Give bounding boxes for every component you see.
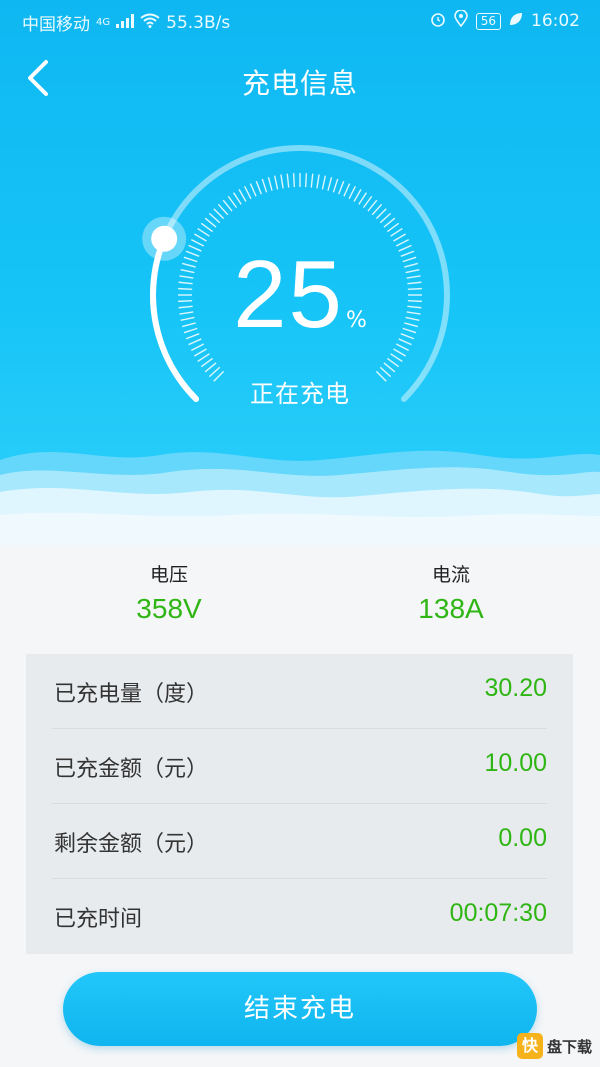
- gauge-tick: [390, 227, 403, 237]
- charging-status: 正在充电: [250, 380, 350, 408]
- detail-label: 剩余金额（元）: [54, 832, 209, 857]
- gauge-tick: [367, 199, 378, 212]
- current-metric: 电流 138A: [351, 560, 551, 625]
- gauge-tick: [255, 180, 262, 195]
- gauge-tick: [327, 176, 333, 191]
- gauge-tick: [316, 174, 320, 189]
- charge-percent: 25%: [0, 240, 600, 350]
- signal-icon: [116, 13, 135, 33]
- percent-unit: %: [345, 308, 367, 333]
- gauge-tick: [362, 195, 373, 209]
- current-value: 138A: [418, 593, 484, 624]
- wifi-icon: [140, 13, 160, 33]
- detail-row-energy: 已充电量（度） 30.20: [52, 654, 547, 729]
- watermark-text: 盘下载: [546, 1037, 592, 1056]
- gauge-tick: [200, 357, 214, 368]
- alarm-icon: [430, 11, 446, 32]
- gauge-tick: [310, 173, 314, 188]
- gauge-tick: [197, 353, 210, 363]
- detail-label: 已充时间: [54, 907, 143, 932]
- gauge-tick: [379, 212, 392, 224]
- gauge-tick: [222, 199, 233, 212]
- gauge-tick: [238, 188, 247, 202]
- network-speed: 55.3B/s: [166, 12, 231, 33]
- gauge-tick: [321, 175, 327, 190]
- voltage-value: 358V: [136, 593, 202, 624]
- gauge-tick: [286, 173, 290, 188]
- gauge-tick: [332, 178, 339, 193]
- nav-bar: 充电信息: [0, 50, 600, 110]
- gauge-tick: [383, 362, 396, 373]
- gauge-tick: [292, 173, 296, 188]
- gauge-tick: [208, 212, 221, 224]
- current-label: 电流: [431, 564, 470, 586]
- gauge-tick: [338, 180, 345, 195]
- gauge-tick: [227, 195, 238, 209]
- gauge-tick: [204, 217, 217, 228]
- gauge-tick: [273, 175, 279, 190]
- detail-row-amount-charged: 已充金额（元） 10.00: [52, 729, 547, 804]
- voltage-metric: 电压 358V: [69, 560, 269, 625]
- detail-value: 00:07:30: [449, 899, 547, 927]
- gauge-tick: [358, 192, 368, 205]
- gauge-tick: [200, 222, 214, 233]
- detail-value: 0.00: [498, 824, 547, 852]
- gauge-tick: [217, 203, 229, 216]
- gauge-tick: [213, 208, 225, 220]
- gauge-tick: [375, 208, 387, 220]
- voltage-label: 电压: [149, 564, 188, 586]
- gauge-tick: [197, 227, 210, 237]
- gauge-tick: [386, 357, 400, 368]
- gauge-tick: [386, 222, 400, 233]
- detail-label: 已充电量（度）: [54, 682, 209, 707]
- location-icon: [453, 9, 468, 32]
- detail-value: 30.20: [484, 674, 547, 702]
- gauge-tick: [267, 176, 273, 191]
- watermark-logo: 快: [516, 1033, 543, 1059]
- end-charging-button[interactable]: 结束充电: [63, 972, 537, 1046]
- detail-label: 已充金额（元）: [54, 757, 209, 782]
- detail-row-remaining-amount: 剩余金额（元） 0.00: [52, 804, 547, 879]
- gauge-tick: [261, 178, 268, 193]
- gauge-tick: [353, 188, 362, 202]
- metrics-section: 电压 358V 电流 138A: [0, 560, 600, 650]
- gauge-tick: [243, 185, 252, 200]
- gauge-tick: [343, 183, 351, 197]
- detail-value: 10.00: [484, 749, 547, 777]
- network-type: 4G: [96, 17, 111, 28]
- gauge-tick: [204, 362, 217, 373]
- gauge-tick: [390, 353, 403, 363]
- detail-row-duration: 已充时间 00:07:30: [52, 879, 547, 954]
- clock-time: 16:02: [531, 11, 580, 31]
- gauge-tick: [371, 203, 383, 216]
- gauge-tick: [383, 217, 396, 228]
- leaf-icon: [509, 11, 523, 31]
- battery-indicator: 56: [475, 12, 501, 30]
- percent-value: 25: [233, 241, 344, 348]
- gauge-tick: [348, 185, 357, 200]
- page-title: 充电信息: [241, 67, 358, 100]
- gauge-tick: [232, 192, 242, 205]
- gauge-tick: [304, 173, 308, 188]
- charging-details-table: 已充电量（度） 30.20 已充金额（元） 10.00 剩余金额（元） 0.00…: [26, 654, 573, 954]
- wave-decoration: [0, 450, 600, 545]
- gauge-tick: [249, 183, 257, 197]
- status-bar: 中国移动 4G 55.3B/s 56 16:02: [0, 0, 600, 40]
- gauge-tick: [193, 348, 207, 357]
- charging-hero: 中国移动 4G 55.3B/s 56 16:02 充电信息 25% 正在充电: [0, 0, 600, 545]
- gauge-tick: [280, 174, 284, 189]
- watermark: 快 盘下载: [516, 1033, 592, 1059]
- carrier-name: 中国移动: [22, 15, 90, 35]
- gauge-tick: [393, 348, 407, 357]
